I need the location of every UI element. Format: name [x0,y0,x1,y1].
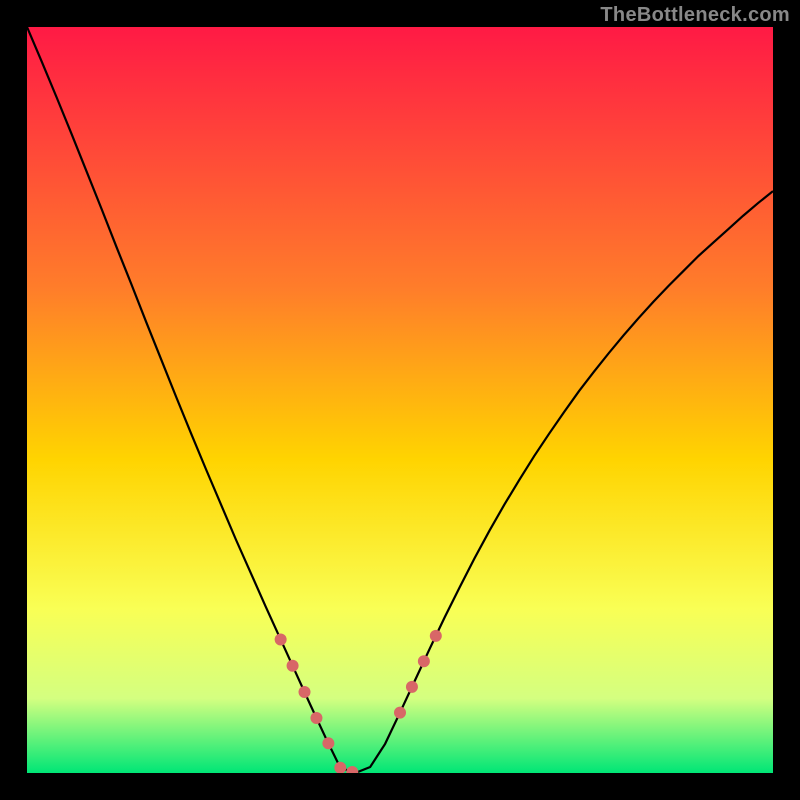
highlight-dot [299,686,311,698]
chart-plot-area [27,27,773,773]
chart-frame: TheBottleneck.com [0,0,800,800]
highlight-dot [394,707,406,719]
highlight-dot [418,655,430,667]
chart-svg [27,27,773,773]
highlight-dot [430,630,442,642]
highlight-dot [322,737,334,749]
highlight-dot [406,681,418,693]
highlight-dot [310,712,322,724]
highlight-dot [275,633,287,645]
watermark-text: TheBottleneck.com [600,4,790,27]
highlight-dot [287,660,299,672]
gradient-background [27,27,773,773]
